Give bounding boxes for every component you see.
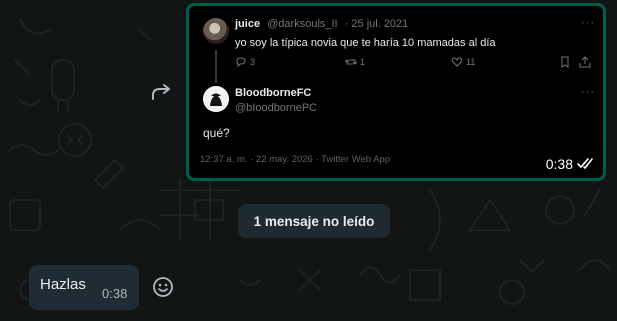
- reply-count: 3: [250, 57, 256, 67]
- thread-connector: [215, 50, 217, 83]
- tweet-reply-action: 3: [235, 56, 255, 68]
- unread-messages-divider: 1 mensaje no leído: [238, 204, 390, 238]
- emoji-reaction-icon[interactable]: [150, 274, 176, 300]
- reply-author-avatar: [203, 86, 229, 112]
- reply-more-icon: ···: [581, 86, 595, 98]
- reply-icon: [236, 57, 246, 68]
- tweet-bookmark-action: [559, 56, 571, 68]
- tweet-date: · 25 jul. 2021: [344, 18, 409, 30]
- tweet-author-avatar: [203, 18, 229, 44]
- incoming-message[interactable]: Hazlas 0:38: [29, 265, 139, 310]
- tweet-more-icon: ···: [581, 17, 595, 29]
- incoming-message-time: 0:38: [102, 286, 128, 301]
- reply-timestamp: 12:37 a. m. · 22 may. 2026 · Twitter Web…: [200, 154, 391, 165]
- tweet-screenshot-image[interactable]: juice @darksouls_II · 25 jul. 2021 ··· y…: [189, 6, 603, 178]
- outgoing-image-message[interactable]: juice @darksouls_II · 25 jul. 2021 ··· y…: [186, 3, 606, 181]
- tweet-author-handle: @darksouls_II: [267, 18, 338, 30]
- retweet-count: 1: [360, 57, 366, 67]
- tweet-share-action: [579, 56, 591, 68]
- share-icon: [579, 56, 591, 68]
- tweet-header: juice @darksouls_II · 25 jul. 2021: [235, 18, 408, 30]
- bookmark-icon: [561, 56, 569, 68]
- reply-author-handle: @bIoodbornePC: [235, 102, 318, 114]
- reply-text: qué?: [203, 126, 230, 140]
- tweet-author-name: juice: [235, 18, 261, 30]
- retweet-icon: [345, 59, 357, 65]
- incoming-message-text: Hazlas: [40, 276, 86, 293]
- double-check-icon: [577, 158, 593, 169]
- tweet-retweet-action: 1: [345, 56, 365, 68]
- like-count: 11: [466, 57, 476, 67]
- unread-label: 1 mensaje no leído: [253, 213, 375, 229]
- reply-author-name: BloodborneFC: [235, 87, 312, 99]
- hunter-avatar-icon: [203, 86, 229, 112]
- forward-icon[interactable]: [150, 82, 174, 102]
- heart-icon: [451, 57, 463, 67]
- tweet-like-action: 11: [451, 56, 475, 68]
- tweet-text: yo soy la típica novia que te haría 10 m…: [235, 37, 496, 49]
- message-time: 0:38: [545, 156, 573, 172]
- tweet-actions: 3 1 11: [235, 56, 603, 72]
- message-meta: 0:38: [546, 156, 595, 172]
